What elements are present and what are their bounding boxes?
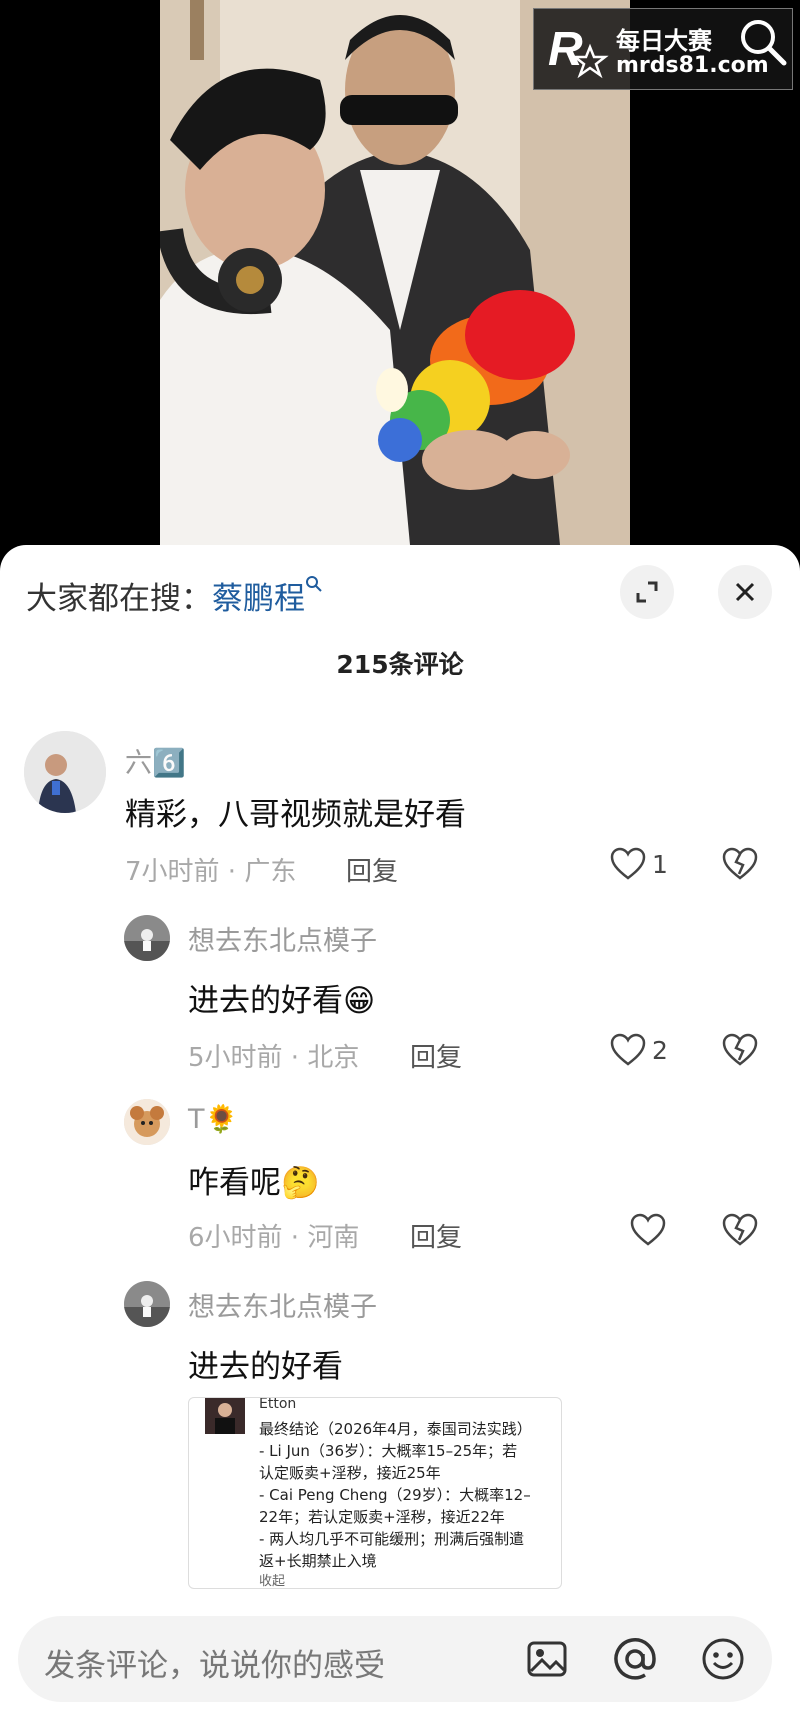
comment-text: 精彩，八哥视频就是好看 <box>125 797 466 833</box>
reply-button[interactable]: 回复 <box>346 851 398 888</box>
close-button[interactable] <box>718 565 772 619</box>
broken-heart-icon[interactable] <box>722 1213 758 1247</box>
emoji-icon[interactable] <box>700 1636 746 1682</box>
embedded-line: - 两人均几乎不可能缓刑；刑满后强制遣 <box>259 1530 525 1548</box>
reply-button[interactable]: 回复 <box>410 1217 462 1254</box>
heart-icon <box>610 1033 646 1066</box>
expand-icon <box>636 581 658 603</box>
comment-input-placeholder: 发条评论，说说你的感受 <box>44 1648 385 1684</box>
avatar[interactable] <box>124 1099 170 1145</box>
svg-text:R: R <box>548 23 583 76</box>
comment-meta: 5小时前 · 北京 <box>188 1043 360 1073</box>
comment-image[interactable]: Etton 最终结论（2026年4月，泰国司法实践） - Li Jun（36岁）… <box>188 1397 562 1589</box>
avatar[interactable] <box>124 1281 170 1327</box>
comment-username[interactable]: 想去东北点模子 <box>188 919 377 958</box>
comment-input[interactable]: 发条评论，说说你的感受 <box>18 1616 772 1702</box>
heart-icon <box>610 847 646 880</box>
at-icon[interactable] <box>612 1636 658 1682</box>
embedded-line: - Cai Peng Cheng（29岁）：大概率12– <box>259 1486 531 1504</box>
close-icon <box>735 582 755 602</box>
watermark-brand: 每日大赛 <box>616 27 712 55</box>
embedded-line: 认定贩卖+淫秽，接近25年 <box>259 1464 441 1482</box>
search-icon <box>741 20 787 66</box>
broken-heart-icon[interactable] <box>722 1033 758 1067</box>
like-button[interactable]: 1 <box>610 847 668 881</box>
video-player[interactable]: R 每日大赛 mrds81.com <box>0 0 800 545</box>
embedded-line: 22年；若认定贩卖+淫秽，接近22年 <box>259 1508 505 1526</box>
comment-meta: 6小时前 · 河南 <box>188 1223 360 1253</box>
comment-username[interactable]: 六6️⃣ <box>125 741 186 780</box>
reply-button[interactable]: 回复 <box>410 1037 462 1074</box>
comment-text: 进去的好看😁 <box>188 983 376 1019</box>
brand-logo-icon: R <box>548 23 609 79</box>
heart-icon <box>630 1213 666 1246</box>
comment-input-bar: 发条评论，说说你的感受 <box>0 1596 800 1724</box>
embedded-collapse: 收起 <box>259 1574 286 1589</box>
embedded-line: 最终结论（2026年4月，泰国司法实践） <box>259 1420 532 1438</box>
embedded-username: Etton <box>259 1397 297 1412</box>
broken-heart-icon[interactable] <box>722 847 758 881</box>
comment-text: 进去的好看 <box>188 1349 343 1385</box>
comment-username[interactable]: 想去东北点模子 <box>188 1285 377 1324</box>
search-small-icon <box>306 576 322 592</box>
comment-meta: 7小时前 · 广东 <box>125 857 297 887</box>
comment-count: 215条评论 <box>336 650 464 679</box>
like-button[interactable] <box>630 1213 666 1247</box>
image-icon[interactable] <box>526 1638 568 1680</box>
expand-button[interactable] <box>620 565 674 619</box>
comment-panel: 大家都在搜：蔡鹏程 215条评论 六6️⃣ 精彩，八哥视频就是好看 7小时前 ·… <box>0 545 800 1724</box>
like-count: 2 <box>652 1035 668 1065</box>
avatar[interactable] <box>24 731 106 813</box>
embedded-avatar <box>205 1398 245 1434</box>
watermark: R 每日大赛 mrds81.com <box>533 8 793 90</box>
search-suggestion-keyword[interactable]: 蔡鹏程 <box>212 581 305 617</box>
embedded-line: - Li Jun（36岁）：大概率15–25年；若 <box>259 1442 518 1460</box>
search-suggestion[interactable]: 大家都在搜：蔡鹏程 <box>26 573 323 618</box>
comment-text: 咋看呢🤔 <box>188 1165 320 1201</box>
embedded-line: 返+长期禁止入境 <box>259 1552 377 1570</box>
search-suggestion-label: 大家都在搜： <box>26 581 212 617</box>
like-count: 1 <box>652 849 668 879</box>
avatar[interactable] <box>124 915 170 961</box>
like-button[interactable]: 2 <box>610 1033 668 1067</box>
comment-username[interactable]: T🌻 <box>188 1103 238 1135</box>
